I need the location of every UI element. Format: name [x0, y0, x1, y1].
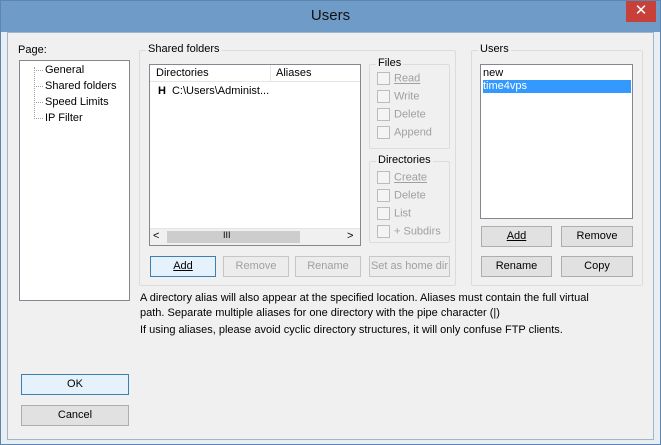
- checkbox-icon: [377, 72, 390, 85]
- close-icon[interactable]: ✕: [626, 1, 656, 22]
- set-home-dir-button[interactable]: Set as home dir: [369, 256, 450, 277]
- checkbox-icon: [377, 207, 390, 220]
- page-tree[interactable]: General Shared folders Speed Limits IP F…: [19, 60, 130, 301]
- directories-list-header: Directories Aliases: [150, 65, 360, 82]
- remove-user-button[interactable]: Remove: [561, 226, 633, 247]
- files-write-checkbox[interactable]: Write: [377, 90, 419, 106]
- copy-user-button[interactable]: Copy: [561, 256, 633, 277]
- checkbox-icon: [377, 189, 390, 202]
- tree-item-general[interactable]: General: [45, 64, 84, 76]
- add-user-button[interactable]: Add: [481, 226, 552, 247]
- window-title: Users: [310, 7, 351, 24]
- button-label: Add: [173, 260, 193, 272]
- files-label: Files: [376, 57, 404, 69]
- alias-info-line1: A directory alias will also appear at th…: [140, 292, 589, 304]
- files-append-checkbox[interactable]: Append: [377, 126, 432, 142]
- checkbox-label: Delete: [394, 108, 426, 121]
- alias-info-line2: path. Separate multiple aliases for one …: [140, 307, 500, 319]
- add-folder-button[interactable]: Add: [150, 256, 216, 277]
- column-header-aliases[interactable]: Aliases: [276, 67, 311, 79]
- users-list[interactable]: new time4vps: [480, 64, 633, 219]
- button-label: Remove: [576, 230, 618, 242]
- dialog-client-area: Page: General Shared folders Speed Limit…: [7, 32, 654, 440]
- list-item[interactable]: time4vps: [483, 80, 631, 93]
- button-label: Cancel: [57, 409, 93, 421]
- home-dir-marker: H: [158, 85, 166, 97]
- files-read-checkbox[interactable]: Read: [377, 72, 420, 88]
- list-item[interactable]: new: [483, 67, 631, 80]
- checkbox-icon: [377, 126, 390, 139]
- checkbox-label: Write: [394, 90, 420, 103]
- checkbox-icon: [377, 171, 390, 184]
- checkbox-label: + Subdirs: [394, 225, 441, 238]
- files-delete-checkbox[interactable]: Delete: [377, 108, 426, 124]
- button-label: Copy: [584, 260, 610, 272]
- rename-user-button[interactable]: Rename: [481, 256, 552, 277]
- alias-info-line3: If using aliases, please avoid cyclic di…: [140, 324, 563, 336]
- users-label: Users: [478, 43, 511, 55]
- checkbox-icon: [377, 108, 390, 121]
- table-row[interactable]: H C:\Users\Administ...: [158, 85, 358, 100]
- button-label: Rename: [495, 260, 538, 272]
- column-header-directories[interactable]: Directories: [156, 67, 209, 79]
- remove-folder-button[interactable]: Remove: [223, 256, 289, 277]
- users-dialog-window: Users ✕ Page: General Shared folders Spe…: [0, 0, 661, 445]
- scroll-left-icon[interactable]: <: [153, 230, 159, 242]
- page-label: Page:: [18, 44, 47, 56]
- tree-item-shared-folders[interactable]: Shared folders: [45, 80, 117, 92]
- checkbox-label: Append: [394, 126, 432, 139]
- dirs-create-checkbox[interactable]: Create: [377, 171, 427, 187]
- checkbox-icon: [377, 90, 390, 103]
- horizontal-scrollbar[interactable]: < III >: [150, 228, 360, 245]
- shared-folders-label: Shared folders: [146, 43, 222, 55]
- button-label: OK: [67, 378, 83, 390]
- button-label: Remove: [235, 260, 277, 272]
- scroll-grip-icon: III: [223, 230, 231, 240]
- checkbox-label: Create: [394, 171, 428, 184]
- checkbox-label: List: [394, 207, 412, 220]
- button-label: Set as home dir: [370, 260, 449, 272]
- scroll-right-icon[interactable]: >: [347, 230, 353, 242]
- dirs-subdirs-checkbox[interactable]: + Subdirs: [377, 225, 441, 241]
- tree-item-speed-limits[interactable]: Speed Limits: [45, 96, 109, 108]
- checkbox-icon: [377, 225, 390, 238]
- dirs-list-checkbox[interactable]: List: [377, 207, 411, 223]
- dirs-delete-checkbox[interactable]: Delete: [377, 189, 426, 205]
- tree-item-ip-filter[interactable]: IP Filter: [45, 112, 83, 124]
- directories-list[interactable]: Directories Aliases H C:\Users\Administ..…: [149, 64, 361, 246]
- directory-path: C:\Users\Administ...: [171, 85, 270, 97]
- title-bar[interactable]: Users ✕: [1, 1, 660, 32]
- scroll-thumb[interactable]: III: [167, 230, 300, 243]
- cancel-button[interactable]: Cancel: [21, 405, 129, 426]
- checkbox-label: Read: [394, 72, 421, 85]
- rename-folder-button[interactable]: Rename: [295, 256, 361, 277]
- directories-label: Directories: [376, 154, 433, 166]
- checkbox-label: Delete: [394, 189, 426, 202]
- ok-button[interactable]: OK: [21, 374, 129, 395]
- button-label: Rename: [307, 260, 349, 272]
- button-label: Add: [506, 230, 527, 242]
